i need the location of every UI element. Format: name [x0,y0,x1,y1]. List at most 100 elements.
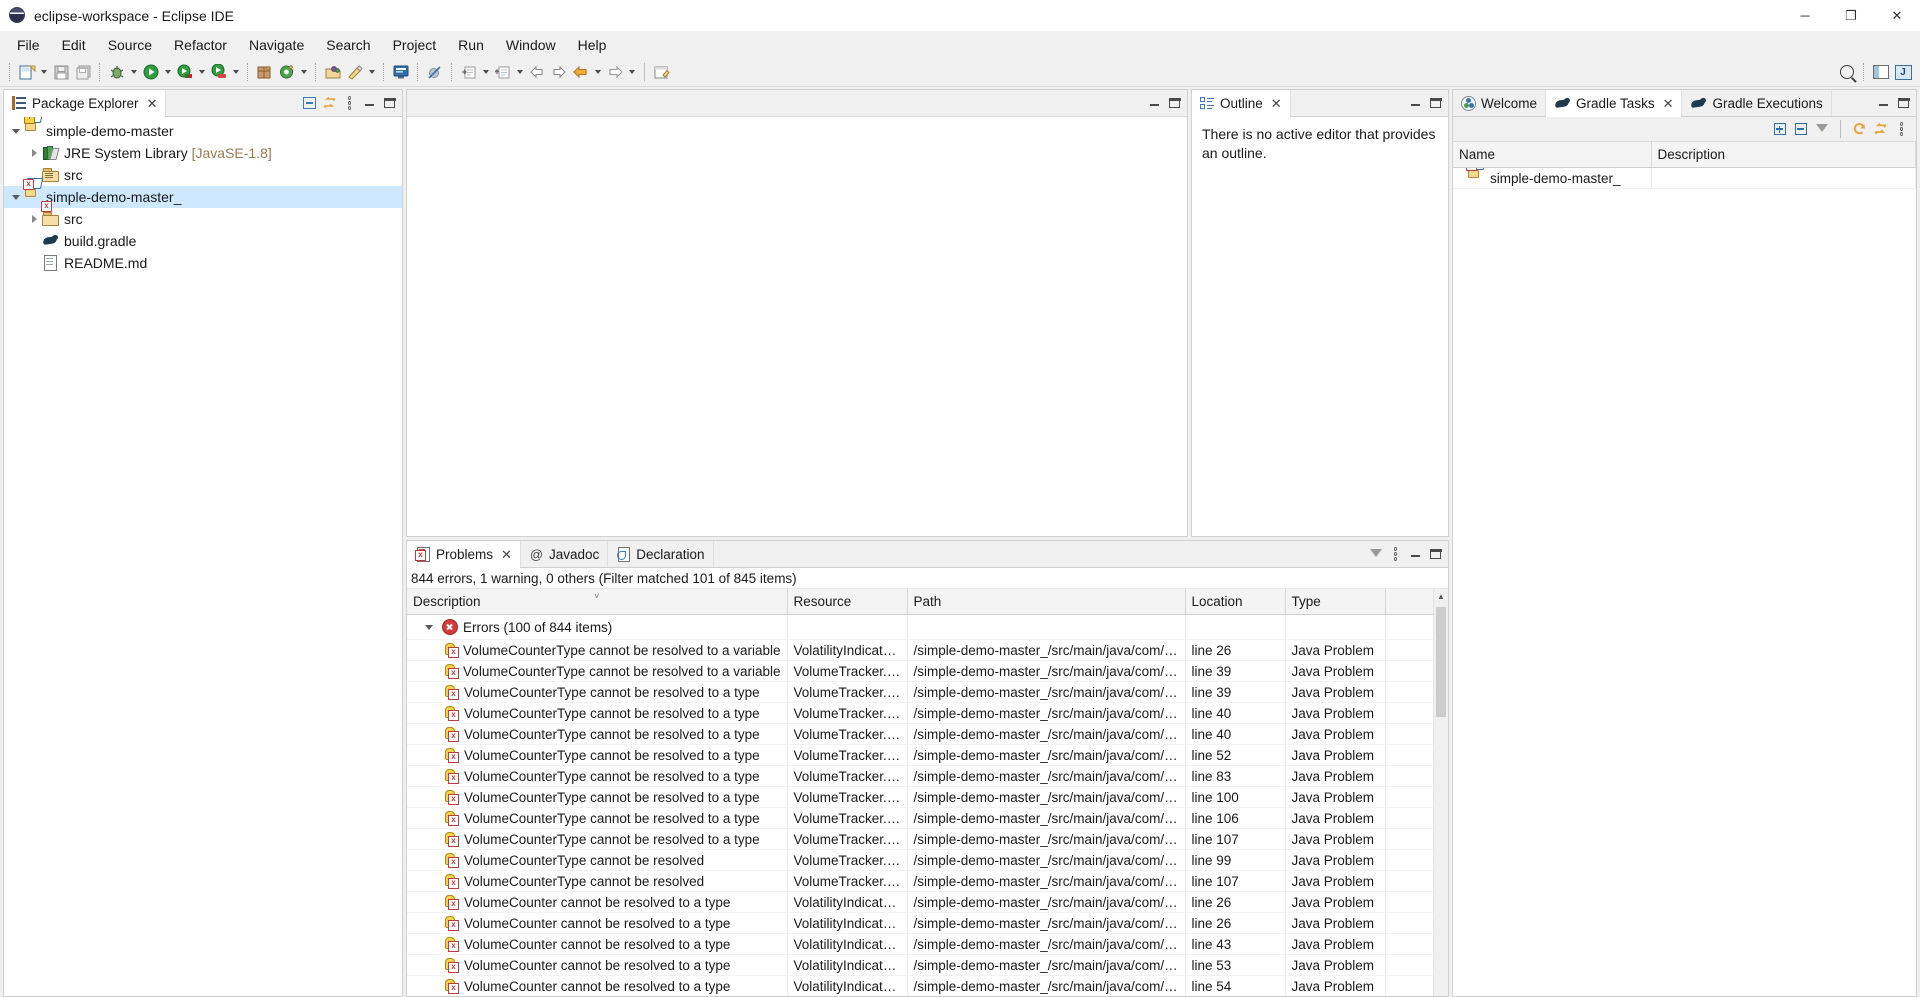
run-external-tools-icon[interactable] [208,61,230,83]
scrollbar-thumb[interactable] [1436,607,1446,717]
run-icon[interactable] [140,61,162,83]
minimize-icon[interactable] [1146,95,1163,112]
open-type-icon[interactable] [322,61,344,83]
column-header-type[interactable]: Type [1285,589,1385,615]
maximize-icon[interactable] [1895,95,1912,112]
table-row[interactable]: VolumeCounter cannot be resolved to a ty… [407,892,1434,913]
run-dropdown-icon[interactable] [162,61,174,83]
menu-help[interactable]: Help [567,34,618,56]
minimize-window-button[interactable]: ─ [1782,0,1828,31]
close-icon[interactable]: ✕ [1663,97,1674,110]
column-header-extra[interactable] [1385,589,1434,615]
collapse-all-icon[interactable] [1792,121,1809,138]
back-arrow-icon[interactable] [570,61,592,83]
minimize-icon[interactable] [1407,95,1424,112]
table-row[interactable]: VolumeCounterType cannot be resolved to … [407,661,1434,682]
forward-arrow-icon[interactable] [604,61,626,83]
scroll-up-icon[interactable]: ▲ [1434,589,1448,603]
column-header-description[interactable]: Description [1651,142,1916,168]
table-row[interactable]: VolumeCounterType cannot be resolvedVolu… [407,850,1434,871]
menu-search[interactable]: Search [315,34,381,56]
table-row[interactable]: VolumeCounterType cannot be resolved to … [407,829,1434,850]
close-window-button[interactable]: ✕ [1874,0,1920,31]
menu-source[interactable]: Source [97,34,163,56]
expand-all-icon[interactable] [1771,121,1788,138]
open-task-icon[interactable] [344,61,366,83]
tree-item-simple-demo-master[interactable]: ! simple-demo-master [4,120,402,142]
quick-access-search-icon[interactable] [1836,61,1858,83]
java-perspective-icon[interactable] [1892,61,1914,83]
table-row[interactable]: VolumeCounter cannot be resolved to a ty… [407,934,1434,955]
toggle-console-icon[interactable] [390,61,412,83]
back-arrow-dropdown-icon[interactable] [592,61,604,83]
filter-icon[interactable] [1367,546,1384,563]
refresh-icon[interactable] [1851,121,1868,138]
forward-history-icon[interactable] [548,61,570,83]
close-icon[interactable]: ✕ [147,97,158,110]
column-header-location[interactable]: Location [1185,589,1285,615]
tab-outline[interactable]: Outline ✕ [1192,90,1291,116]
open-task-dropdown-icon[interactable] [366,61,378,83]
table-row[interactable]: VolumeCounterType cannot be resolved to … [407,682,1434,703]
column-header-resource[interactable]: Resource [787,589,907,615]
menu-run[interactable]: Run [447,34,495,56]
tree-item-simple-demo-master-underscore[interactable]: simple-demo-master_ [4,186,402,208]
menu-window[interactable]: Window [495,34,567,56]
menu-navigate[interactable]: Navigate [238,34,315,56]
minimize-icon[interactable] [1407,546,1424,563]
tree-item-readme-md[interactable]: README.md [4,252,402,274]
tab-package-explorer[interactable]: Package Explorer ✕ [4,90,166,116]
tree-item-src-2[interactable]: src [4,208,402,230]
back-history-icon[interactable] [526,61,548,83]
link-with-selection-icon[interactable] [1872,121,1889,138]
table-row[interactable]: VolumeCounterType cannot be resolved to … [407,724,1434,745]
new-java-class-icon[interactable] [276,61,298,83]
forward-arrow-dropdown-icon[interactable] [626,61,638,83]
menu-edit[interactable]: Edit [51,34,97,56]
close-icon[interactable]: ✕ [501,548,512,561]
tab-declaration[interactable]: Declaration [608,541,713,567]
chevron-down-icon[interactable] [421,616,437,638]
coverage-icon[interactable] [174,61,196,83]
coverage-dropdown-icon[interactable] [196,61,208,83]
chevron-right-icon[interactable] [26,208,42,230]
problems-group-row[interactable]: Errors (100 of 844 items) [407,615,1434,640]
previous-annotation-icon[interactable] [492,61,514,83]
maximize-icon[interactable] [1427,95,1444,112]
table-row[interactable]: VolumeCounter cannot be resolved to a ty… [407,976,1434,997]
table-row[interactable]: VolumeCounterType cannot be resolved to … [407,808,1434,829]
view-menu-icon[interactable] [1387,546,1404,563]
filter-icon[interactable] [1813,121,1830,138]
save-all-icon[interactable] [72,61,94,83]
table-row[interactable]: VolumeCounterType cannot be resolved to … [407,787,1434,808]
skip-breakpoints-icon[interactable] [424,61,446,83]
tab-gradle-tasks[interactable]: Gradle Tasks ✕ [1546,90,1682,116]
maximize-icon[interactable] [1427,546,1444,563]
maximize-icon[interactable] [1166,95,1183,112]
collapse-all-icon[interactable] [301,95,318,112]
view-menu-icon[interactable] [341,95,358,112]
menu-refactor[interactable]: Refactor [163,34,238,56]
table-row[interactable]: VolumeCounter cannot be resolved to a ty… [407,955,1434,976]
chevron-down-icon[interactable] [8,186,24,208]
minimize-icon[interactable] [361,95,378,112]
tab-welcome[interactable]: Welcome [1453,90,1546,116]
new-java-class-dropdown-icon[interactable] [298,61,310,83]
tree-item-build-gradle[interactable]: build.gradle [4,230,402,252]
table-row[interactable]: VolumeCounterType cannot be resolvedVolu… [407,871,1434,892]
tab-javadoc[interactable]: @ Javadoc [521,541,608,567]
save-icon[interactable] [50,61,72,83]
table-row[interactable]: VolumeCounterType cannot be resolved to … [407,745,1434,766]
tab-gradle-executions[interactable]: Gradle Executions [1682,90,1831,116]
next-annotation-dropdown-icon[interactable] [480,61,492,83]
chevron-down-icon[interactable] [8,120,24,142]
new-wizard-icon[interactable] [16,61,38,83]
column-header-name[interactable]: Name [1453,142,1651,168]
next-annotation-icon[interactable] [458,61,480,83]
tab-problems[interactable]: Problems ✕ [407,541,521,567]
new-java-package-icon[interactable] [254,61,276,83]
link-with-editor-icon[interactable] [321,95,338,112]
new-wizard-dropdown-icon[interactable] [38,61,50,83]
debug-icon[interactable] [106,61,128,83]
close-icon[interactable]: ✕ [1271,97,1282,110]
